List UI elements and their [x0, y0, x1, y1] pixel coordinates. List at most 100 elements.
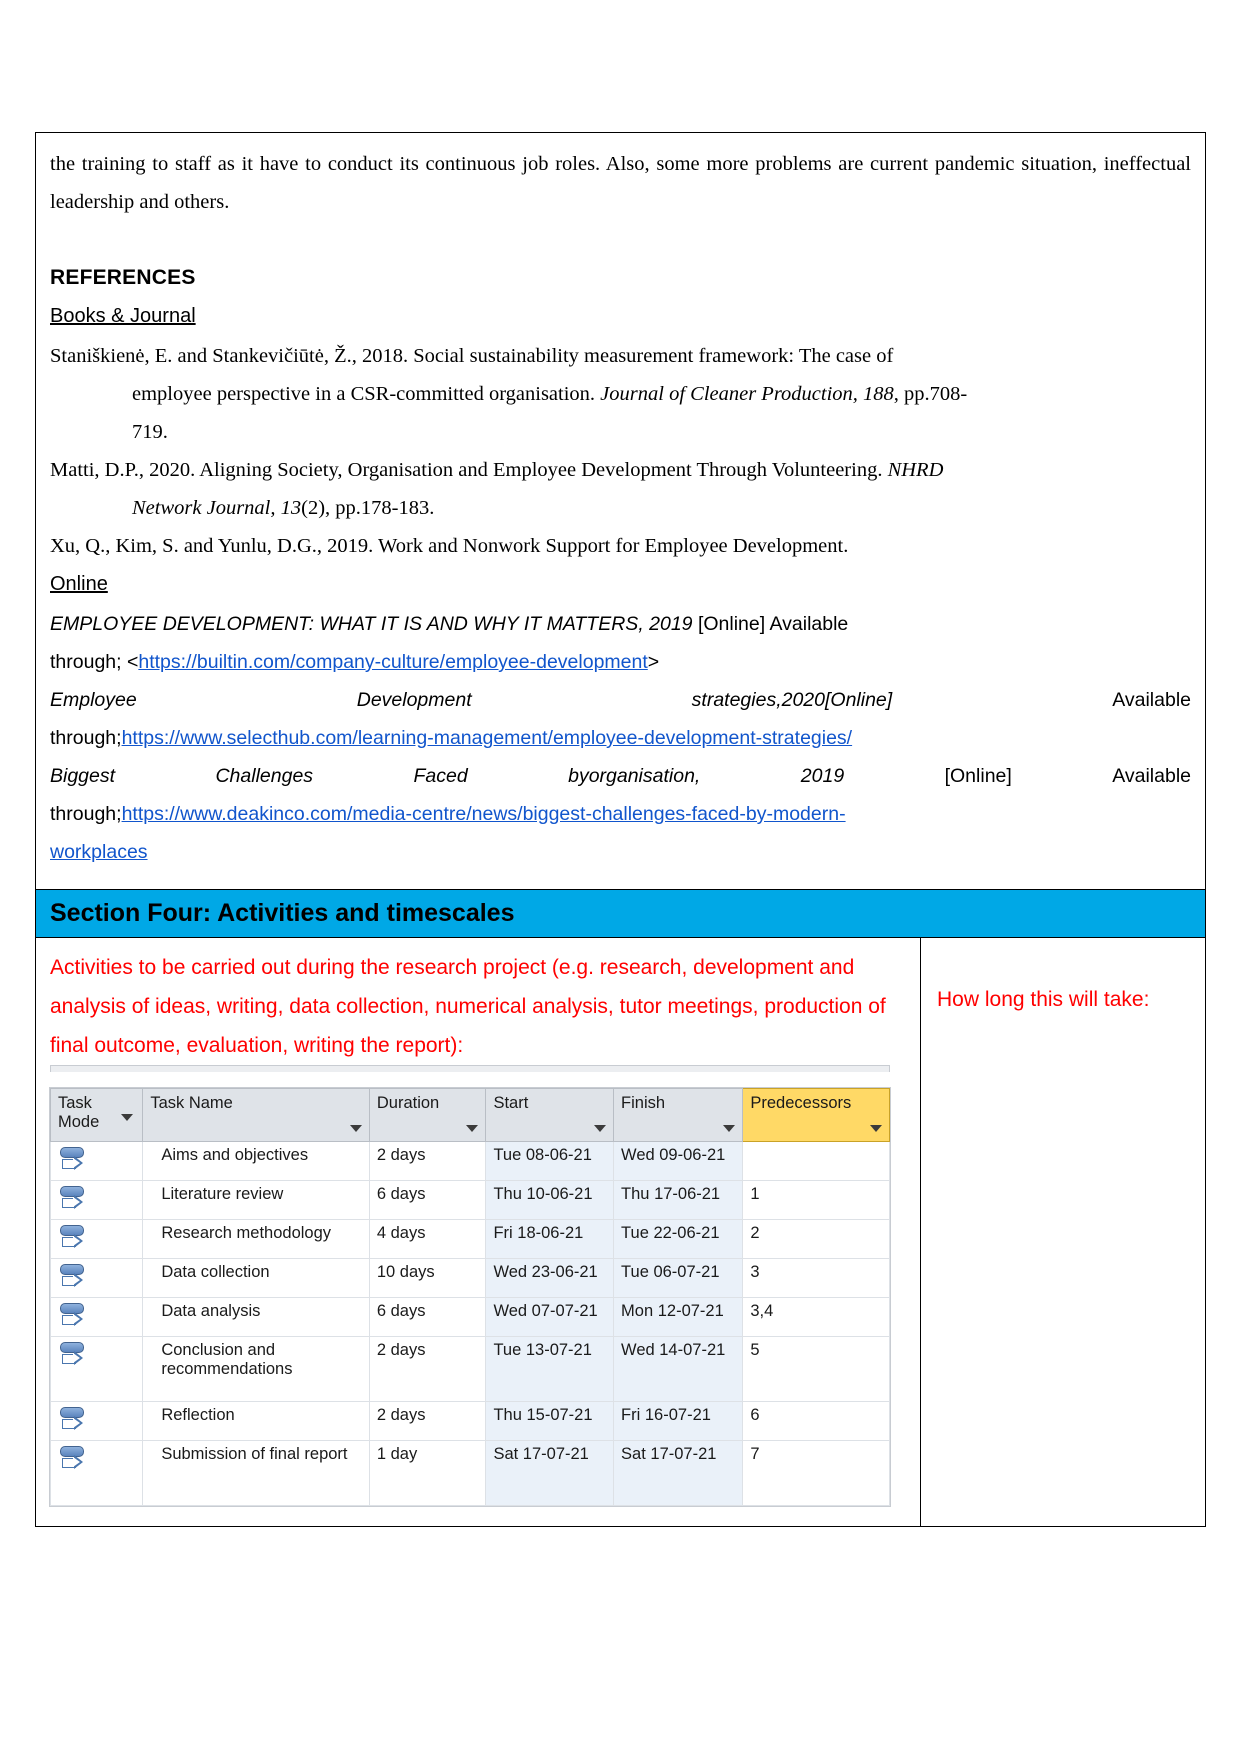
cell-task-name[interactable]: Data collection: [142, 1258, 370, 1298]
manually-scheduled-icon: [59, 1263, 89, 1293]
cell-duration[interactable]: 2 days: [368, 1401, 487, 1441]
project-grid-top-strip: [50, 1065, 890, 1072]
cell-predecessors[interactable]: 7: [742, 1440, 890, 1506]
table-row[interactable]: Submission of final report 1 day Sat 17-07…: [49, 1440, 890, 1506]
activities-prompt: Activities to be carried out during the …: [50, 956, 886, 1057]
cell-predecessors[interactable]: 1: [742, 1180, 890, 1220]
cell-duration[interactable]: 6 days: [368, 1180, 487, 1220]
arrow-right-outline-icon: [62, 1273, 83, 1287]
column-header-start[interactable]: Start: [485, 1088, 615, 1142]
column-header-task-name[interactable]: Task Name: [142, 1088, 370, 1142]
filter-chevron-down-icon[interactable]: [121, 1114, 134, 1121]
cell-finish[interactable]: Tue 22-06-21: [613, 1219, 744, 1259]
cell-task-mode[interactable]: [49, 1440, 144, 1506]
cell-task-mode[interactable]: [49, 1258, 144, 1298]
online-reference-2-word-3: strategies,2020[Online]: [691, 689, 893, 711]
online-reference-1-url-line: through; <https://builtin.com/company-cu…: [50, 643, 1191, 681]
reference-3: Xu, Q., Kim, S. and Yunlu, D.G., 2019. W…: [50, 535, 849, 557]
table-row[interactable]: Conclusion and recommendations 2 days Tue …: [49, 1336, 890, 1402]
cell-task-mode[interactable]: [49, 1180, 144, 1220]
cell-start[interactable]: Wed 07-07-21: [485, 1297, 615, 1337]
project-header-row: Task Mode Task Name Duration Start Finis…: [49, 1088, 890, 1142]
cell-task-name[interactable]: Submission of final report: [142, 1440, 370, 1506]
cell-duration[interactable]: 6 days: [368, 1297, 487, 1337]
cell-start[interactable]: Wed 23-06-21: [485, 1258, 615, 1298]
filter-chevron-down-icon[interactable]: [349, 1125, 362, 1132]
online-reference-1-link[interactable]: https://builtin.com/company-culture/empl…: [138, 651, 647, 673]
online-reference-3-word-4: byorganisation,: [568, 765, 701, 787]
column-header-finish[interactable]: Finish: [613, 1088, 744, 1142]
cell-start[interactable]: Sat 17-07-21: [485, 1440, 615, 1506]
online-reference-2-word-1: Employee: [50, 689, 137, 711]
cell-task-mode[interactable]: [49, 1401, 144, 1441]
table-row[interactable]: Aims and objectives 2 days Tue 08-06-21 Wed…: [49, 1141, 890, 1181]
project-table-head: Task Mode Task Name Duration Start Finis…: [49, 1088, 890, 1142]
cell-task-mode[interactable]: [49, 1336, 144, 1402]
cell-duration[interactable]: 2 days: [368, 1141, 487, 1181]
cell-task-name[interactable]: Aims and objectives: [142, 1141, 370, 1181]
reference-1-line-2-plain-a: employee perspective in a CSR-committed …: [132, 383, 601, 405]
online-reference-3-link-part-2[interactable]: workplaces: [50, 841, 148, 863]
cell-predecessors[interactable]: 5: [742, 1336, 890, 1402]
column-header-predecessors[interactable]: Predecessors: [742, 1088, 890, 1142]
reference-2-line-1: Matti, D.P., 2020. Aligning Society, Org…: [50, 451, 1191, 489]
cell-finish[interactable]: Sat 17-07-21: [613, 1440, 744, 1506]
cell-finish[interactable]: Thu 17-06-21: [613, 1180, 744, 1220]
column-header-duration[interactable]: Duration: [368, 1088, 487, 1142]
column-header-task-mode[interactable]: Task Mode: [49, 1088, 144, 1142]
manually-scheduled-icon: [59, 1146, 89, 1176]
filter-chevron-down-icon[interactable]: [594, 1125, 607, 1132]
cell-predecessors[interactable]: 3: [742, 1258, 890, 1298]
cell-start[interactable]: Fri 18-06-21: [485, 1219, 615, 1259]
cell-start[interactable]: Tue 08-06-21: [485, 1141, 615, 1181]
cell-task-name[interactable]: Research methodology: [142, 1219, 370, 1259]
table-row[interactable]: Data analysis 6 days Wed 07-07-21 Mon 12-07…: [49, 1297, 890, 1337]
document-outer-table: the training to staff as it have to cond…: [35, 132, 1206, 1527]
reference-1-line-2-plain-b: , pp.708-: [893, 383, 968, 405]
cell-predecessors[interactable]: [742, 1141, 890, 1181]
cell-finish[interactable]: Tue 06-07-21: [613, 1258, 744, 1298]
filter-chevron-down-icon[interactable]: [723, 1125, 736, 1132]
online-reference-1-available: Available: [769, 613, 849, 635]
references-heading: REFERENCES: [50, 266, 196, 289]
cell-duration[interactable]: 1 day: [368, 1440, 487, 1506]
cell-finish[interactable]: Fri 16-07-21: [613, 1401, 744, 1441]
cell-task-name[interactable]: Literature review: [142, 1180, 370, 1220]
cell-task-mode[interactable]: [49, 1141, 144, 1181]
table-row[interactable]: Data collection 10 days Wed 23-06-21 Tue 06…: [49, 1258, 890, 1298]
table-row[interactable]: Reflection 2 days Thu 15-07-21 Fri 16-07-21…: [49, 1401, 890, 1441]
section-four-banner: Section Four: Activities and timescales: [36, 889, 1205, 938]
cell-finish[interactable]: Wed 09-06-21: [613, 1141, 744, 1181]
filter-chevron-down-icon[interactable]: [466, 1125, 479, 1132]
cell-finish[interactable]: Mon 12-07-21: [613, 1297, 744, 1337]
cell-task-mode[interactable]: [49, 1219, 144, 1259]
cell-task-name[interactable]: Conclusion and recommendations: [142, 1336, 370, 1402]
cell-start[interactable]: Tue 13-07-21: [485, 1336, 615, 1402]
online-heading-wrap: Online: [50, 565, 1191, 605]
cell-duration[interactable]: 10 days: [368, 1258, 487, 1298]
cell-predecessors[interactable]: 3,4: [742, 1297, 890, 1337]
cell-start[interactable]: Thu 15-07-21: [485, 1401, 615, 1441]
cell-task-name[interactable]: Data analysis: [142, 1297, 370, 1337]
online-reference-3-title-line: Biggest Challenges Faced byorganisation,…: [50, 757, 1191, 795]
books-journal-heading-wrap: Books & Journal: [50, 297, 1191, 337]
online-reference-3-link-part-1[interactable]: https://www.deakinco.com/media-centre/ne…: [122, 803, 846, 825]
table-row[interactable]: Research methodology 4 days Fri 18-06-21 Tu…: [49, 1219, 890, 1259]
cell-task-name[interactable]: Reflection: [142, 1401, 370, 1441]
filter-chevron-down-icon[interactable]: [870, 1125, 882, 1132]
books-journal-heading: Books & Journal: [50, 305, 196, 327]
reference-2-journal-abbrev: NHRD: [887, 459, 944, 481]
cell-task-mode[interactable]: [49, 1297, 144, 1337]
project-schedule-table: Task Mode Task Name Duration Start Finis…: [49, 1088, 890, 1506]
cell-duration[interactable]: 2 days: [368, 1336, 487, 1402]
reference-2-text: Matti, D.P., 2020. Aligning Society, Org…: [50, 459, 888, 481]
cell-start[interactable]: Thu 10-06-21: [485, 1180, 615, 1220]
cell-predecessors[interactable]: 2: [742, 1219, 890, 1259]
online-reference-2-link[interactable]: https://www.selecthub.com/learning-manag…: [122, 727, 853, 749]
table-row[interactable]: Literature review 6 days Thu 10-06-21 Thu 1…: [49, 1180, 890, 1220]
cell-predecessors[interactable]: 6: [742, 1401, 890, 1441]
cell-finish[interactable]: Wed 14-07-21: [613, 1336, 744, 1402]
online-reference-3-url-line-1: through;https://www.deakinco.com/media-c…: [50, 795, 1191, 833]
cell-duration[interactable]: 4 days: [368, 1219, 487, 1259]
